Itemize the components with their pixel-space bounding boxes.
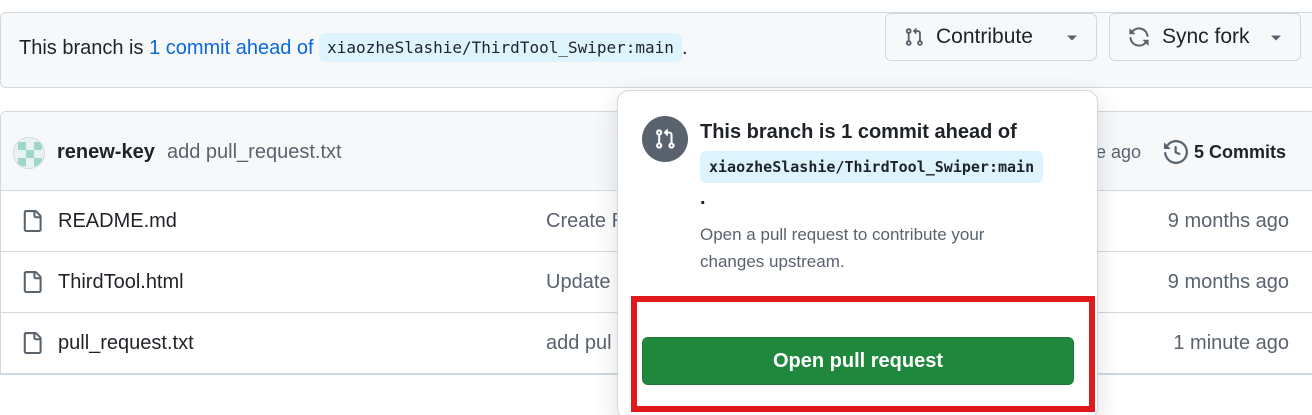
file-name[interactable]: ThirdTool.html xyxy=(58,271,184,294)
chevron-down-icon xyxy=(1271,35,1281,41)
commits-ahead-link[interactable]: 1 commit ahead of xyxy=(149,37,314,59)
popover-description: Open a pull request to contribute your c… xyxy=(700,225,985,271)
upstream-branch-label: xiaozheSlashie/ThirdTool_Swiper:main xyxy=(319,33,682,62)
file-commit-message[interactable]: Update xyxy=(546,271,611,294)
git-pull-request-icon xyxy=(642,116,688,162)
identicon-icon xyxy=(14,138,44,168)
contribute-label: Contribute xyxy=(936,25,1033,48)
file-date: 9 months ago xyxy=(1167,210,1289,232)
file-commit-message[interactable]: add pul xyxy=(546,332,612,355)
history-icon xyxy=(1164,140,1188,164)
file-icon xyxy=(23,210,42,232)
commit-message[interactable]: add pull_request.txt xyxy=(167,141,342,164)
popover-title: This branch is 1 commit ahead of xyxy=(700,121,1017,143)
commits-count: 5 Commits xyxy=(1194,141,1287,162)
git-pull-request-icon xyxy=(905,27,923,46)
file-icon xyxy=(23,332,42,354)
contribute-popover: This branch is 1 commit ahead of xiaozhe… xyxy=(617,90,1098,415)
banner-suffix: . xyxy=(681,37,688,59)
sync-fork-button[interactable]: Sync fork xyxy=(1109,13,1301,61)
open-pull-request-button[interactable]: Open pull request xyxy=(642,337,1074,385)
file-icon xyxy=(23,271,42,293)
avatar[interactable] xyxy=(13,137,45,169)
file-date: 1 minute ago xyxy=(1173,332,1289,354)
branch-status-text: This branch is 1 commit ahead of xiaozhe… xyxy=(19,33,688,62)
contribute-button[interactable]: Contribute xyxy=(885,13,1097,61)
file-name[interactable]: README.md xyxy=(58,210,177,233)
sync-fork-label: Sync fork xyxy=(1162,25,1250,48)
popover-upstream-label: xiaozheSlashie/ThirdTool_Swiper:main xyxy=(700,151,1044,183)
file-name[interactable]: pull_request.txt xyxy=(58,332,194,355)
commits-link[interactable]: 5 Commits xyxy=(1164,140,1286,164)
chevron-down-icon xyxy=(1067,35,1077,41)
commit-time: e ago xyxy=(1096,142,1142,162)
commit-author[interactable]: renew-key xyxy=(57,141,155,164)
popover-period: . xyxy=(700,187,706,209)
banner-prefix: This branch is xyxy=(19,37,144,59)
file-date: 9 months ago xyxy=(1167,271,1289,293)
file-commit-message[interactable]: Create R xyxy=(546,210,626,233)
sync-icon xyxy=(1129,27,1149,47)
